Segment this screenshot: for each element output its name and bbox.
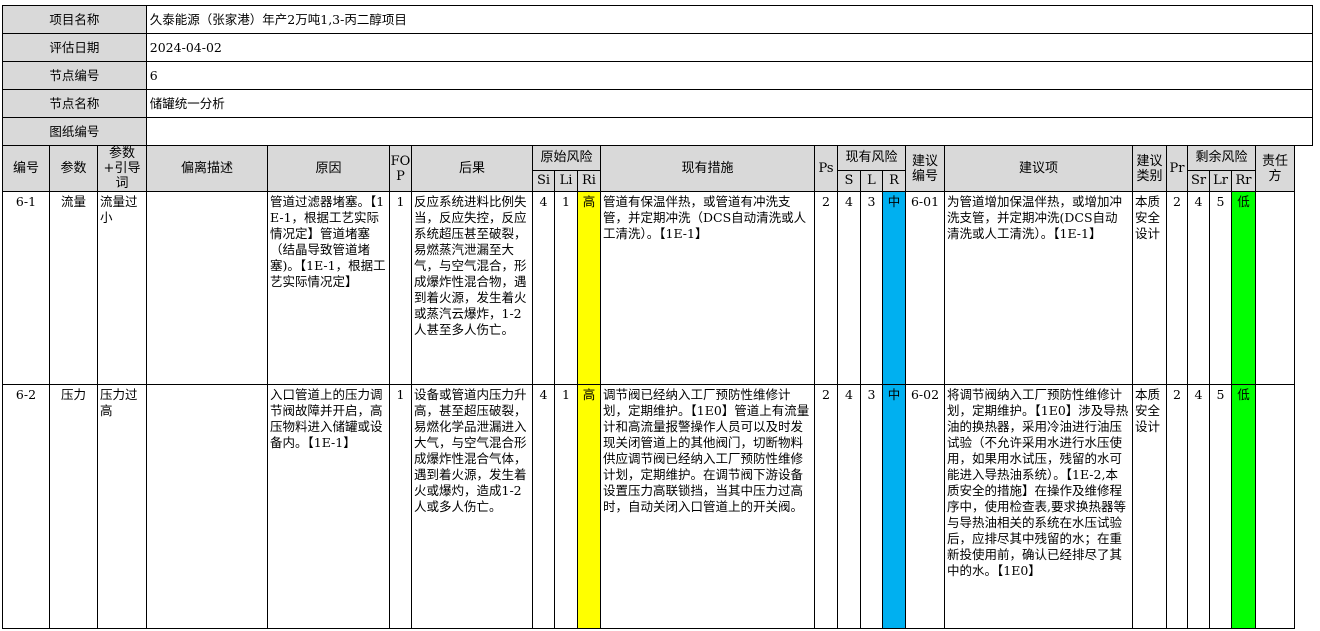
info-label: 节点编号 [2,61,147,90]
cell-owner[interactable] [1255,191,1295,385]
header-row-1: 编号 参数 参数+引导词 偏离描述 原因 FOP 后果 原始风险 现有措施 Ps… [2,145,1295,192]
cell-param[interactable]: 流量 [49,191,98,385]
col-header-fop: FOP [389,145,412,192]
cell-fop[interactable]: 1 [389,191,412,385]
info-label: 图纸编号 [2,117,147,146]
cell-deviation[interactable] [146,191,268,385]
col-header-cause: 原因 [267,145,390,192]
cell-li[interactable]: 1 [554,384,578,629]
col-header-rec: 建议项 [944,145,1133,192]
project-name-cell[interactable]: 久泰能源（张家港）年产2万吨1,3-丙二醇项目 [145,5,1314,34]
cell-rr[interactable]: 低 [1231,384,1256,629]
cell-si[interactable]: 4 [532,191,555,385]
cell-ri[interactable]: 高 [577,384,601,629]
info-label: 评估日期 [2,33,147,62]
hazop-worksheet: 项目名称 久泰能源（张家港）年产2万吨1,3-丙二醇项目 评估日期 2024-0… [2,5,1314,629]
cell-ri[interactable]: 高 [577,191,601,385]
col-header-s: S [837,169,861,193]
cell-rr[interactable]: 低 [1231,191,1256,385]
cell-ps[interactable]: 2 [814,384,838,629]
cell-measures[interactable]: 调节阀已经纳入工厂预防性维修计划，定期维护。【1E0】管道上有流量计和高流量报警… [600,384,815,629]
info-row-node-name: 节点名称 储罐统一分析 [2,89,1314,118]
cell-cause[interactable]: 入口管道上的压力调节阀故障并开启，高压物料进入储罐或设备内。【1E-1】 [267,384,390,629]
project-info-table: 项目名称 久泰能源（张家港）年产2万吨1,3-丙二醇项目 评估日期 2024-0… [2,5,1314,146]
cell-owner[interactable] [1255,384,1295,629]
cell-s[interactable]: 4 [837,191,861,385]
info-label: 项目名称 [2,5,147,34]
cell-measures[interactable]: 管道有保温伴热，或管道有冲洗支管，并定期冲洗（DCS自动清洗或人工清洗）。【1E… [600,191,815,385]
col-header-rr: Rr [1231,169,1256,193]
cell-ps[interactable]: 2 [814,191,838,385]
info-label: 节点名称 [2,89,147,118]
cell-consequence[interactable]: 反应系统进料比例失当，反应失控，反应系统超压甚至破裂，易燃蒸汽泄漏至大气，与空气… [411,191,533,385]
col-header-rec-no: 建议编号 [905,145,945,192]
cell-rec[interactable]: 为管道增加保温伴热，或增加冲洗支管，并定期冲洗(DCS自动清洗或人工清洗）。【1… [944,191,1133,385]
node-no-cell[interactable]: 6 [145,61,1314,90]
cell-param[interactable]: 压力 [49,384,98,629]
cell-l[interactable]: 3 [860,191,883,385]
analysis-table: 编号 参数 参数+引导词 偏离描述 原因 FOP 后果 原始风险 现有措施 Ps… [2,145,1295,629]
col-header-guide: 参数+引导词 [97,145,147,192]
col-header-li: Li [554,169,578,193]
cell-pr[interactable]: 2 [1166,191,1188,385]
cell-r[interactable]: 中 [882,384,906,629]
table-row: 6-1 流量 流量过小 管道过滤器堵塞。【1E-1，根据工艺实际情况定】管道堵塞… [2,191,1295,385]
cell-cause[interactable]: 管道过滤器堵塞。【1E-1，根据工艺实际情况定】管道堵塞（结晶导致管道堵塞)。【… [267,191,390,385]
cell-rec-no[interactable]: 6-02 [905,384,945,629]
cell-r[interactable]: 中 [882,191,906,385]
col-header-ps: Ps [814,145,838,192]
cell-rec-no[interactable]: 6-01 [905,191,945,385]
cell-sr[interactable]: 4 [1187,191,1210,385]
col-header-ri: Ri [577,169,601,193]
node-name-cell[interactable]: 储罐统一分析 [145,89,1314,118]
cell-rec[interactable]: 将调节阀纳入工厂预防性维修计划，定期维护。【1E0】涉及导热油的换热器，采用冷油… [944,384,1133,629]
cell-guide[interactable]: 流量过小 [97,191,147,385]
cell-pr[interactable]: 2 [1166,384,1188,629]
cell-rec-type[interactable]: 本质安全设计 [1132,191,1167,385]
col-header-l: L [860,169,883,193]
info-row-node-no: 节点编号 6 [2,61,1314,90]
cell-l[interactable]: 3 [860,384,883,629]
cell-lr[interactable]: 5 [1209,191,1232,385]
col-header-consequence: 后果 [411,145,533,192]
col-header-r: R [882,169,906,193]
table-row: 6-2 压力 压力过高 入口管道上的压力调节阀故障并开启，高压物料进入储罐或设备… [2,384,1295,629]
cell-deviation[interactable] [146,384,268,629]
info-row-drawing-no: 图纸编号 [2,117,1314,146]
col-header-deviation: 偏离描述 [146,145,268,192]
col-header-param: 参数 [49,145,98,192]
cell-lr[interactable]: 5 [1209,384,1232,629]
cell-fop[interactable]: 1 [389,384,412,629]
info-row-assess-date: 评估日期 2024-04-02 [2,33,1314,62]
cell-guide[interactable]: 压力过高 [97,384,147,629]
col-header-res-risk: 剩余风险 [1187,145,1256,171]
col-header-rec-type: 建议类别 [1132,145,1167,192]
col-header-measures: 现有措施 [600,145,815,192]
cell-si[interactable]: 4 [532,384,555,629]
cell-no[interactable]: 6-1 [2,191,50,385]
cell-consequence[interactable]: 设备或管道内压力升高，甚至超压破裂，易燃化学品泄漏进入大气，与空气混合形成爆炸性… [411,384,533,629]
col-header-si: Si [532,169,555,193]
col-header-owner: 责任方 [1255,145,1295,192]
col-header-lr: Lr [1209,169,1232,193]
col-header-sr: Sr [1187,169,1210,193]
cell-no[interactable]: 6-2 [2,384,50,629]
cell-s[interactable]: 4 [837,384,861,629]
drawing-no-cell[interactable] [145,117,1314,146]
cell-li[interactable]: 1 [554,191,578,385]
col-header-no: 编号 [2,145,50,192]
info-row-project-name: 项目名称 久泰能源（张家港）年产2万吨1,3-丙二醇项目 [2,5,1314,34]
col-header-orig-risk: 原始风险 [532,145,601,171]
cell-rec-type[interactable]: 本质安全设计 [1132,384,1167,629]
assess-date-cell[interactable]: 2024-04-02 [145,33,1314,62]
col-header-cur-risk: 现有风险 [837,145,906,171]
cell-sr[interactable]: 4 [1187,384,1210,629]
col-header-pr: Pr [1166,145,1188,192]
